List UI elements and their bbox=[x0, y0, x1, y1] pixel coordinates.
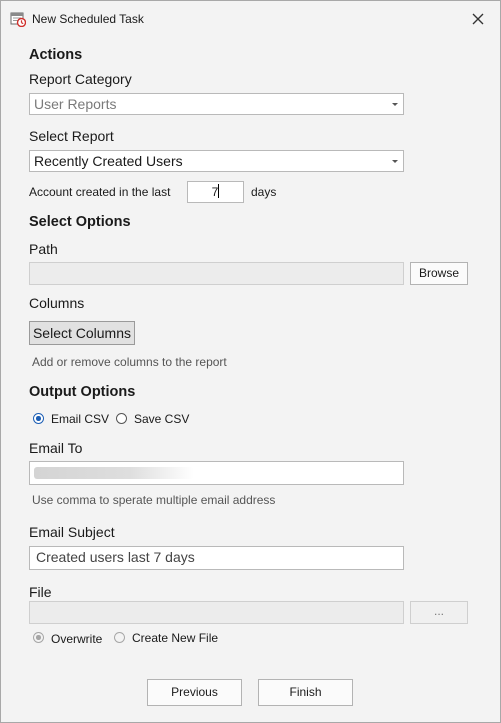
window-title: New Scheduled Task bbox=[32, 12, 144, 26]
email-subject-label: Email Subject bbox=[29, 524, 115, 540]
calendar-clock-icon bbox=[10, 12, 26, 27]
save-csv-radio[interactable] bbox=[116, 413, 127, 424]
new-scheduled-task-dialog: New Scheduled Task Actions Report Catego… bbox=[0, 0, 501, 723]
actions-heading: Actions bbox=[29, 47, 83, 63]
chevron-down-icon bbox=[392, 103, 398, 106]
columns-label: Columns bbox=[29, 295, 85, 311]
close-icon[interactable] bbox=[466, 9, 490, 29]
select-columns-button[interactable]: Select Columns bbox=[29, 321, 135, 345]
email-csv-label: Email CSV bbox=[51, 412, 110, 426]
overwrite-label: Overwrite bbox=[51, 632, 103, 646]
days-label: days bbox=[251, 185, 277, 199]
account-created-days-input[interactable]: 7 bbox=[187, 181, 244, 203]
create-new-file-label: Create New File bbox=[132, 631, 219, 645]
output-options-heading: Output Options bbox=[29, 384, 136, 400]
account-created-label: Account created in the last bbox=[29, 185, 171, 199]
path-label: Path bbox=[29, 241, 58, 257]
file-browse-button[interactable]: ... bbox=[410, 601, 468, 624]
redacted-email bbox=[34, 467, 194, 479]
path-input[interactable] bbox=[29, 262, 404, 285]
email-csv-radio[interactable] bbox=[33, 413, 44, 424]
report-category-label: Report Category bbox=[29, 71, 132, 87]
report-category-value: User Reports bbox=[34, 96, 117, 112]
email-to-input[interactable] bbox=[29, 461, 404, 485]
previous-button[interactable]: Previous bbox=[147, 679, 242, 706]
email-to-label: Email To bbox=[29, 440, 83, 456]
overwrite-radio[interactable] bbox=[33, 632, 44, 643]
file-input[interactable] bbox=[29, 601, 404, 624]
email-subject-input[interactable]: Created users last 7 days bbox=[29, 546, 404, 570]
select-report-value: Recently Created Users bbox=[34, 153, 183, 169]
email-hint: Use comma to sperate multiple email addr… bbox=[32, 493, 276, 507]
account-created-days-value: 7 bbox=[211, 185, 219, 199]
create-new-file-radio[interactable] bbox=[114, 632, 125, 643]
select-report-dropdown[interactable]: Recently Created Users bbox=[29, 150, 404, 172]
email-subject-value: Created users last 7 days bbox=[36, 549, 195, 565]
report-category-dropdown[interactable]: User Reports bbox=[29, 93, 404, 115]
columns-hint: Add or remove columns to the report bbox=[32, 355, 227, 369]
title-bar: New Scheduled Task bbox=[1, 1, 500, 35]
finish-button[interactable]: Finish bbox=[258, 679, 353, 706]
save-csv-label: Save CSV bbox=[134, 412, 190, 426]
select-options-heading: Select Options bbox=[29, 214, 131, 230]
select-report-label: Select Report bbox=[29, 128, 114, 144]
text-caret bbox=[218, 184, 220, 198]
file-label: File bbox=[29, 584, 52, 600]
browse-button[interactable]: Browse bbox=[410, 262, 468, 285]
chevron-down-icon bbox=[392, 160, 398, 163]
